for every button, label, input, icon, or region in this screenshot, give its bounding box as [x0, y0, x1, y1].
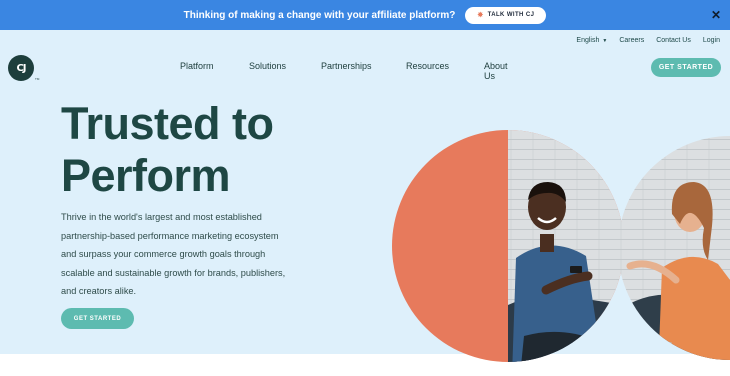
- chevron-down-icon: ▼: [602, 37, 608, 44]
- phone: [570, 266, 582, 273]
- description-line: and surpass your commerce growth goals t…: [61, 249, 266, 259]
- talk-with-cj-button[interactable]: ✸ TALK WITH CJ: [465, 6, 547, 24]
- nav-item-platform[interactable]: Platform: [180, 61, 214, 71]
- banner-text: Thinking of making a change with your af…: [183, 9, 456, 21]
- headline-line-2: Perform: [61, 150, 231, 201]
- nav-item-partnerships[interactable]: Partnerships: [321, 61, 372, 71]
- photo-woman-circle: [618, 136, 730, 360]
- nav-item-solutions[interactable]: Solutions: [249, 61, 286, 71]
- sparkle-icon: ✸: [477, 12, 484, 19]
- headline-line-1: Trusted to: [61, 98, 274, 149]
- trademark-mark: TM: [35, 77, 40, 81]
- man-neck: [540, 234, 554, 252]
- bottle: [666, 342, 672, 360]
- description-line: Thrive in the world's largest and most e…: [61, 212, 262, 222]
- hero-description: Thrive in the world's largest and most e…: [61, 208, 331, 301]
- close-icon[interactable]: ✕: [711, 8, 721, 22]
- cj-logo[interactable]: CJ: [8, 55, 34, 81]
- nav-item-about-us[interactable]: About Us: [484, 61, 508, 81]
- photo-man-circle: [392, 130, 624, 362]
- careers-link[interactable]: Careers: [619, 37, 644, 44]
- get-started-nav-button[interactable]: GET STARTED: [651, 58, 721, 77]
- talk-with-cj-label: TALK WITH CJ: [487, 12, 535, 18]
- hero-headline: Trusted to Perform: [61, 98, 391, 202]
- utility-nav: English ▼ Careers Contact Us Login: [576, 37, 720, 44]
- language-selector[interactable]: English ▼: [576, 37, 607, 44]
- language-label: English: [576, 37, 600, 44]
- description-line: and creators alike.: [61, 286, 137, 296]
- announcement-banner: Thinking of making a change with your af…: [0, 0, 730, 30]
- get-started-hero-button[interactable]: GET STARTED: [61, 308, 134, 329]
- hero-illustration: [392, 130, 730, 362]
- description-line: scalable and sustainable growth for bran…: [61, 267, 286, 278]
- logo-text: CJ: [16, 62, 26, 74]
- description-line: partnership-based performance marketing …: [61, 230, 279, 241]
- nav-item-resources[interactable]: Resources: [406, 61, 449, 71]
- login-link[interactable]: Login: [703, 37, 720, 44]
- man-pants: [520, 331, 604, 362]
- bottle: [652, 336, 658, 360]
- contact-us-link[interactable]: Contact Us: [656, 37, 691, 44]
